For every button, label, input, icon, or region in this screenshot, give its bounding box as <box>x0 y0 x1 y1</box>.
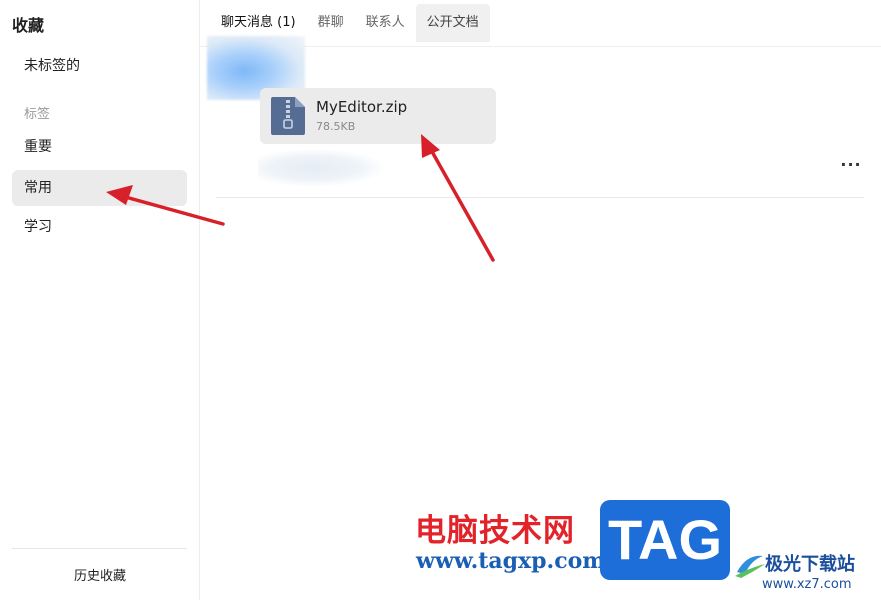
history-favorites-button[interactable]: 历史收藏 <box>0 565 200 584</box>
sidebar-divider <box>12 548 187 549</box>
watermark-partner-name: 极光下载站 <box>765 554 855 575</box>
sidebar-title: 收藏 <box>12 16 45 35</box>
tags-section-label: 标签 <box>24 107 51 122</box>
blurred-sender-text <box>258 150 382 186</box>
sidebar-item-important[interactable]: 重要 <box>12 129 187 165</box>
watermark-site-name: 电脑技术网 <box>415 513 575 549</box>
tab-group-chat[interactable]: 群聊 <box>307 4 355 42</box>
file-name: MyEditor.zip <box>316 98 408 116</box>
sidebar: 收藏 未标签的 标签 重要 常用 学习 历史收藏 <box>0 0 200 600</box>
sidebar-item-frequent[interactable]: 常用 <box>12 170 187 206</box>
item-divider <box>216 197 864 198</box>
watermark-url: www.tagxp.com <box>416 548 606 574</box>
zip-file-icon <box>271 97 305 135</box>
file-card[interactable]: MyEditor.zip 78.5KB <box>260 88 496 144</box>
sidebar-item-study[interactable]: 学习 <box>12 209 187 245</box>
sidebar-item-untagged[interactable]: 未标签的 <box>12 48 187 84</box>
tab-public-docs[interactable]: 公开文档 <box>415 4 490 42</box>
jiguang-logo-icon <box>735 555 765 578</box>
watermark-partner-url: www.xz7.com <box>762 577 852 592</box>
file-size: 78.5KB <box>316 120 356 133</box>
watermark-tag-logo: TAG <box>600 500 730 580</box>
more-options-button[interactable]: ··· <box>838 156 864 178</box>
tab-contacts[interactable]: 联系人 <box>355 4 416 42</box>
